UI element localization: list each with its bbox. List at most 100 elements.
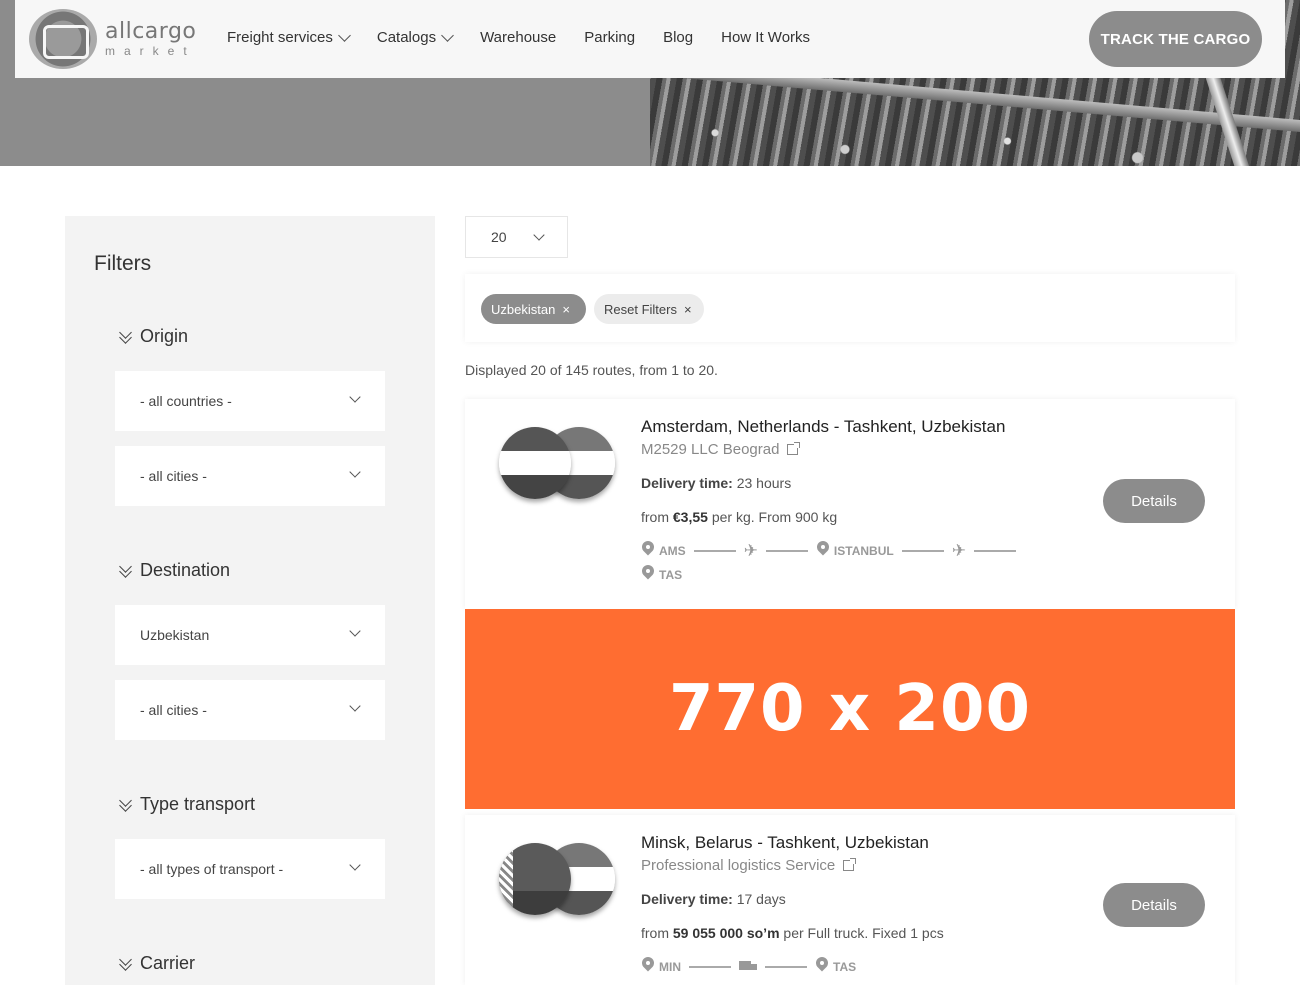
select-value: - all types of transport -: [140, 861, 284, 877]
origin-country-select[interactable]: - all countries -: [115, 371, 385, 431]
results-count: Displayed 20 of 145 routes, from 1 to 20…: [465, 362, 718, 378]
route-title[interactable]: Minsk, Belarus - Tashkent, Uzbekistan: [641, 833, 929, 853]
origin-group-toggle[interactable]: Origin: [118, 326, 188, 347]
carrier-name: Professional logistics Service: [641, 857, 836, 874]
nav-label: Parking: [584, 29, 636, 46]
site-logo[interactable]: allcargo market: [29, 8, 209, 70]
route-stop: ISTANBUL: [833, 543, 894, 558]
airplane-icon: ✈: [951, 541, 966, 560]
location-pin-icon: [641, 957, 655, 976]
group-title: Origin: [140, 326, 189, 346]
site-header: allcargo market Freight services Catalog…: [15, 0, 1285, 78]
group-title: Carrier: [140, 953, 196, 973]
delivery-label: Delivery time:: [641, 891, 733, 907]
nav-how-it-works[interactable]: How It Works: [721, 29, 810, 46]
price-value: 59 055 000 so’m: [672, 925, 780, 941]
chevron-down-icon: [441, 28, 454, 42]
filters-panel: Filters Origin - all countries - - all c…: [65, 216, 435, 985]
nav-label: How It Works: [721, 29, 811, 46]
airplane-icon: ✈: [743, 541, 758, 560]
double-chevron-down-icon: [118, 957, 134, 971]
delivery-value: 23 hours: [736, 475, 792, 491]
destination-city-select[interactable]: - all cities -: [115, 680, 385, 740]
chip-reset-filters[interactable]: Reset Filters ×: [594, 294, 704, 324]
ad-banner-placeholder[interactable]: 770 x 200: [465, 609, 1235, 809]
route-price: from €3,55 per kg. From 900 kg: [641, 509, 837, 525]
destination-country-select[interactable]: Uzbekistan: [115, 605, 385, 665]
belarus-flag-icon: [499, 843, 571, 915]
price-value: €3,55: [672, 509, 708, 525]
route-price: from 59 055 000 so’m per Full truck. Fix…: [641, 925, 944, 941]
route-stop: TAS: [833, 959, 857, 974]
price-suffix: per Full truck. Fixed 1 pcs: [783, 925, 944, 941]
double-chevron-down-icon: [118, 798, 134, 812]
external-link-icon: [843, 858, 857, 871]
filters-title: Filters: [94, 252, 152, 275]
route-path: MIN TAS: [641, 957, 856, 976]
double-chevron-down-icon: [118, 330, 134, 344]
transport-type-select[interactable]: - all types of transport -: [115, 839, 385, 899]
location-pin-icon: [816, 541, 830, 560]
netherlands-flag-icon: [499, 427, 571, 499]
chevron-down-icon: [533, 229, 545, 241]
chevron-down-icon: [349, 625, 361, 637]
logo-subtitle: market: [105, 44, 196, 58]
carrier-group-toggle[interactable]: Carrier: [118, 953, 195, 974]
price-prefix: from: [641, 509, 669, 525]
nav-freight-services[interactable]: Freight services: [227, 28, 351, 46]
route-card: Amsterdam, Netherlands - Tashkent, Uzbek…: [465, 399, 1235, 609]
carrier-link[interactable]: Professional logistics Service: [641, 857, 857, 874]
route-segment-line: [693, 549, 736, 552]
details-button[interactable]: Details: [1103, 479, 1205, 523]
delivery-value: 17 days: [736, 891, 786, 907]
select-value: - all cities -: [140, 468, 207, 484]
carrier-link[interactable]: M2529 LLC Beograd: [641, 441, 801, 458]
route-path-end: TAS: [641, 565, 682, 584]
truck-icon: [739, 960, 757, 973]
route-segment-line: [689, 965, 731, 968]
close-icon[interactable]: ×: [562, 302, 570, 317]
route-stop: AMS: [659, 543, 686, 558]
destination-group-toggle[interactable]: Destination: [118, 560, 230, 581]
double-chevron-down-icon: [118, 564, 134, 578]
nav-catalogs[interactable]: Catalogs: [376, 28, 454, 46]
details-button[interactable]: Details: [1103, 883, 1205, 927]
chevron-down-icon: [338, 28, 351, 42]
chevron-down-icon: [349, 466, 361, 478]
transport-group-toggle[interactable]: Type transport: [118, 794, 255, 815]
nav-label: Catalogs: [376, 29, 437, 46]
logo-word: allcargo: [105, 19, 197, 44]
nav-label: Warehouse: [480, 29, 557, 46]
route-segment-line: [765, 965, 807, 968]
chip-uzbekistan[interactable]: Uzbekistan ×: [481, 294, 586, 324]
location-pin-icon: [641, 565, 655, 584]
per-page-select[interactable]: 20: [465, 216, 568, 258]
close-icon[interactable]: ×: [684, 302, 692, 317]
select-value: 20: [491, 229, 507, 245]
carrier-name: M2529 LLC Beograd: [641, 441, 780, 458]
group-title: Destination: [140, 560, 231, 580]
route-flags: [499, 843, 617, 923]
location-pin-icon: [815, 957, 829, 976]
route-path: AMS ✈ ISTANBUL ✈: [641, 541, 1024, 560]
delivery-time: Delivery time: 23 hours: [641, 475, 791, 491]
group-title: Type transport: [140, 794, 256, 814]
route-title[interactable]: Amsterdam, Netherlands - Tashkent, Uzbek…: [641, 417, 1005, 437]
price-prefix: from: [641, 925, 669, 941]
route-segment-line: [973, 549, 1016, 552]
nav-warehouse[interactable]: Warehouse: [480, 29, 556, 46]
chip-label: Reset Filters: [604, 301, 677, 317]
nav-blog[interactable]: Blog: [663, 29, 693, 46]
active-filters: Uzbekistan × Reset Filters ×: [465, 274, 1235, 342]
chip-label: Uzbekistan: [491, 301, 556, 317]
external-link-icon: [787, 442, 801, 455]
chevron-down-icon: [349, 700, 361, 712]
track-cargo-button[interactable]: TRACK THE CARGO: [1089, 11, 1262, 67]
delivery-label: Delivery time:: [641, 475, 733, 491]
delivery-time: Delivery time: 17 days: [641, 891, 786, 907]
route-segment-line: [765, 549, 808, 552]
origin-city-select[interactable]: - all cities -: [115, 446, 385, 506]
select-value: - all countries -: [140, 393, 232, 409]
nav-parking[interactable]: Parking: [584, 29, 635, 46]
route-stop: MIN: [659, 959, 681, 974]
